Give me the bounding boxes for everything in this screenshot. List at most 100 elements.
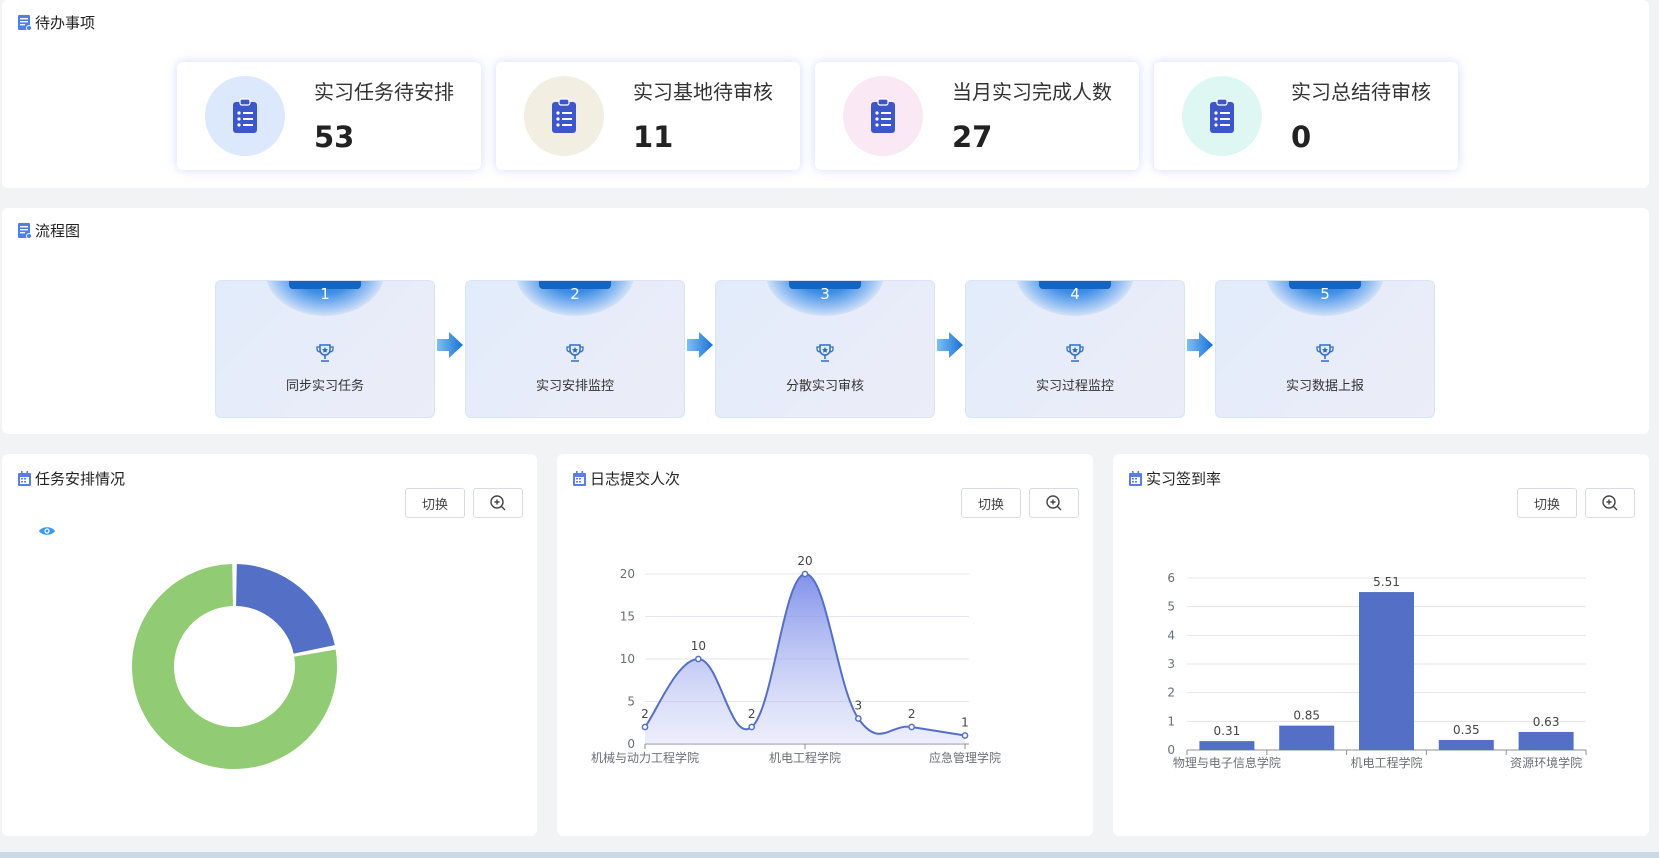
zoom-button[interactable]: [473, 488, 523, 518]
data-label: 0.85: [1293, 709, 1320, 723]
footer-bar: [0, 852, 1659, 858]
todo-card-1[interactable]: 实习任务待安排 53: [177, 62, 481, 170]
y-tick-label: 3: [1167, 657, 1175, 671]
calendar-icon: [1129, 470, 1142, 486]
x-tick-label: 机电工程学院: [769, 750, 841, 765]
data-label: 0.35: [1453, 723, 1480, 737]
flow-step-1[interactable]: 1 同步实习任务: [215, 280, 435, 418]
bar: [1279, 725, 1335, 750]
clipboard-icon: [1210, 98, 1234, 133]
todo-card-value: 27: [952, 120, 993, 154]
flow-step-3[interactable]: 3 分散实习审核: [715, 280, 935, 418]
eye-icon[interactable]: [38, 525, 56, 537]
y-tick-label: 5: [1167, 600, 1175, 614]
zoom-in-icon: [490, 495, 506, 511]
todo-card-3[interactable]: 当月实习完成人数 27: [815, 62, 1139, 170]
data-label: 5.51: [1373, 575, 1400, 589]
switch-button[interactable]: 切换: [405, 488, 465, 518]
flow-panel-title: 流程图: [18, 220, 80, 241]
trophy-icon: [816, 344, 834, 362]
trophy-icon: [1066, 344, 1084, 362]
trophy-icon: [566, 344, 584, 362]
task-title-text: 任务安排情况: [35, 470, 126, 488]
flow-title-text: 流程图: [35, 222, 81, 240]
list-doc-icon: [18, 14, 32, 31]
calendar-icon: [573, 470, 586, 486]
clipboard-icon: [871, 98, 895, 133]
data-point: [854, 715, 862, 722]
step-number: 2: [570, 285, 580, 303]
data-point: [908, 723, 916, 731]
y-tick-label: 10: [620, 652, 635, 666]
bar: [1199, 741, 1255, 750]
data-point: [748, 723, 756, 731]
step-name: 实习数据上报: [1285, 379, 1364, 394]
todo-card-circle: [1182, 76, 1262, 156]
bar: [1438, 739, 1494, 750]
list-doc-icon: [18, 222, 32, 239]
step-number: 3: [820, 285, 830, 303]
y-tick-label: 0: [1167, 743, 1175, 757]
y-tick-label: 6: [1167, 571, 1175, 585]
signin-title-text: 实习签到率: [1146, 470, 1222, 488]
calendar-icon: [18, 470, 31, 486]
x-tick-label: 机械与动力工程学院: [591, 750, 699, 765]
todo-title-text: 待办事项: [35, 14, 96, 32]
y-tick-label: 4: [1167, 628, 1175, 642]
data-label: 2: [641, 707, 649, 721]
switch-button[interactable]: 切换: [1517, 488, 1577, 518]
y-tick-label: 0: [627, 737, 635, 751]
data-label: 2: [908, 707, 916, 721]
arrow-right-icon: [937, 332, 963, 358]
data-point: [961, 732, 969, 739]
bar-chart: 0 1 2 3 4 5 6 0.31 0.85 5.51 0.35 0.63 物理与电子信息学院 机电工程…: [1167, 571, 1587, 770]
log-title-text: 日志提交人次: [590, 470, 681, 488]
todo-card-label: 实习总结待审核: [1291, 80, 1431, 104]
todo-panel-title: 待办事项: [18, 12, 95, 33]
zoom-in-icon: [1046, 495, 1062, 511]
arrow-right-icon: [1187, 332, 1213, 358]
donut-slice: [235, 563, 336, 655]
flow-step-4[interactable]: 4 实习过程监控: [965, 280, 1185, 418]
x-tick-label: 应急管理学院: [929, 750, 1001, 765]
step-name: 实习过程监控: [1035, 379, 1114, 394]
donut-chart: [131, 563, 338, 770]
step-name: 实习安排监控: [535, 379, 614, 394]
trophy-icon: [1316, 344, 1334, 362]
signin-panel-title: 实习签到率: [1129, 468, 1221, 489]
log-panel-title: 日志提交人次: [573, 468, 680, 489]
todo-card-value: 11: [633, 120, 674, 154]
step-number: 5: [1320, 285, 1330, 303]
todo-card-circle: [205, 76, 285, 156]
todo-card-label: 实习基地待审核: [633, 80, 773, 104]
step-number: 1: [320, 285, 330, 303]
bar: [1359, 592, 1414, 750]
todo-card-4[interactable]: 实习总结待审核 0: [1154, 62, 1458, 170]
todo-card-label: 实习任务待安排: [314, 80, 454, 104]
y-tick-label: 15: [620, 610, 635, 624]
y-tick-label: 20: [620, 567, 635, 581]
clipboard-icon: [233, 98, 257, 133]
data-label: 20: [797, 554, 812, 568]
flow-step-2[interactable]: 2 实习安排监控: [465, 280, 685, 418]
arrow-right-icon: [687, 332, 713, 358]
data-label: 10: [691, 639, 706, 653]
todo-card-2[interactable]: 实习基地待审核 11: [496, 62, 800, 170]
todo-card-label: 当月实习完成人数: [952, 80, 1112, 104]
zoom-button[interactable]: [1029, 488, 1079, 518]
switch-button[interactable]: 切换: [961, 488, 1021, 518]
data-point: [694, 655, 702, 663]
y-tick-label: 5: [627, 695, 635, 709]
y-tick-label: 2: [1167, 686, 1175, 700]
zoom-button[interactable]: [1585, 488, 1635, 518]
task-panel-title: 任务安排情况: [18, 468, 125, 489]
bar: [1518, 731, 1574, 750]
y-tick-label: 1: [1167, 714, 1175, 728]
data-point: [641, 723, 649, 731]
x-tick-label: 资源环境学院: [1510, 755, 1582, 770]
step-name: 同步实习任务: [285, 379, 364, 394]
data-point: [801, 570, 809, 578]
flow-step-5[interactable]: 5 实习数据上报: [1215, 280, 1435, 418]
data-label: 3: [855, 699, 863, 713]
data-label: 0.63: [1533, 715, 1560, 729]
